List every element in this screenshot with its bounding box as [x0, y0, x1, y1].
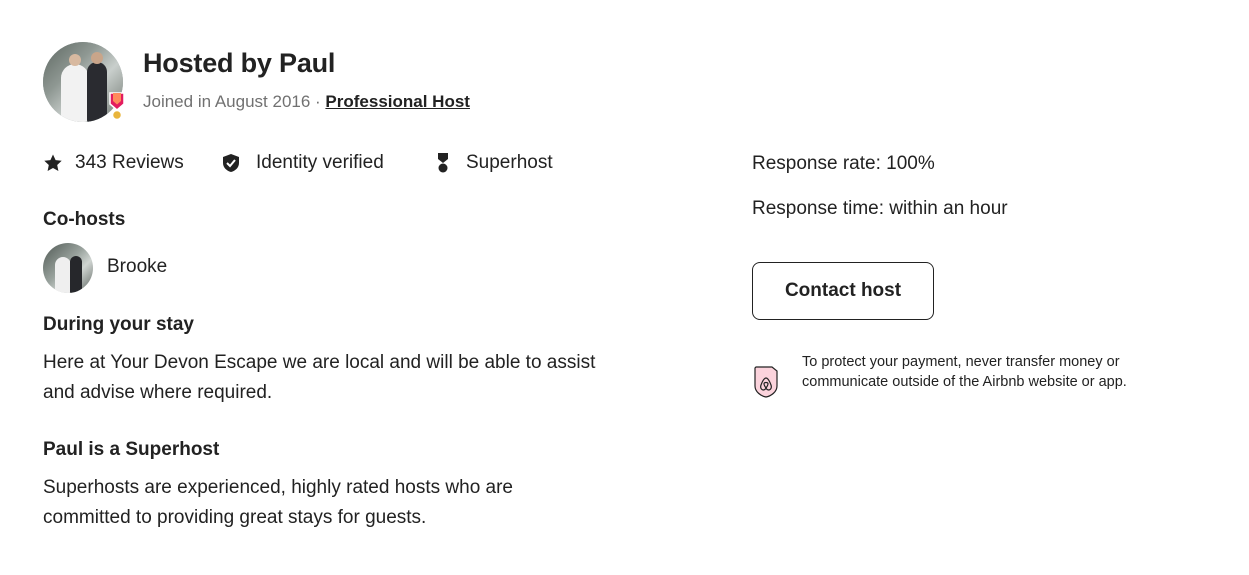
superhost-heading: Paul is a Superhost — [43, 439, 220, 460]
superhost-text: Superhosts are experienced, highly rated… — [43, 477, 513, 528]
payment-protection-text: To protect your payment, never transfer … — [802, 354, 1127, 390]
verified-shield-icon — [223, 154, 239, 172]
response-time: Response time: within an hour — [752, 198, 1008, 219]
during-stay-heading: During your stay — [43, 314, 194, 335]
host-joined: Joined in August 2016 · Professional Hos… — [143, 92, 470, 112]
response-rate: Response rate: 100% — [752, 153, 935, 174]
contact-host-button[interactable]: Contact host — [752, 262, 934, 320]
cohost-avatar[interactable] — [43, 243, 93, 293]
cohosts-heading: Co-hosts — [43, 209, 126, 230]
host-avatar-container[interactable] — [43, 42, 125, 122]
superhost-medal-icon — [438, 153, 448, 173]
during-stay-text: Here at Your Devon Escape we are local a… — [43, 352, 596, 403]
host-title: Hosted by Paul — [143, 48, 336, 78]
joined-text: Joined in August 2016 · — [143, 92, 326, 111]
star-icon — [44, 154, 62, 171]
reviews-label: 343 Reviews — [75, 152, 184, 173]
identity-label: Identity verified — [256, 152, 384, 173]
payment-protection-icon — [754, 366, 778, 398]
superhost-stat: Superhost — [437, 152, 553, 174]
identity-stat: Identity verified — [222, 152, 384, 174]
reviews-stat: 343 Reviews — [43, 152, 184, 174]
superhost-badge-icon — [109, 92, 125, 121]
professional-host-link[interactable]: Professional Host — [325, 92, 470, 111]
superhost-label: Superhost — [466, 152, 553, 173]
cohost-name[interactable]: Brooke — [107, 256, 167, 278]
